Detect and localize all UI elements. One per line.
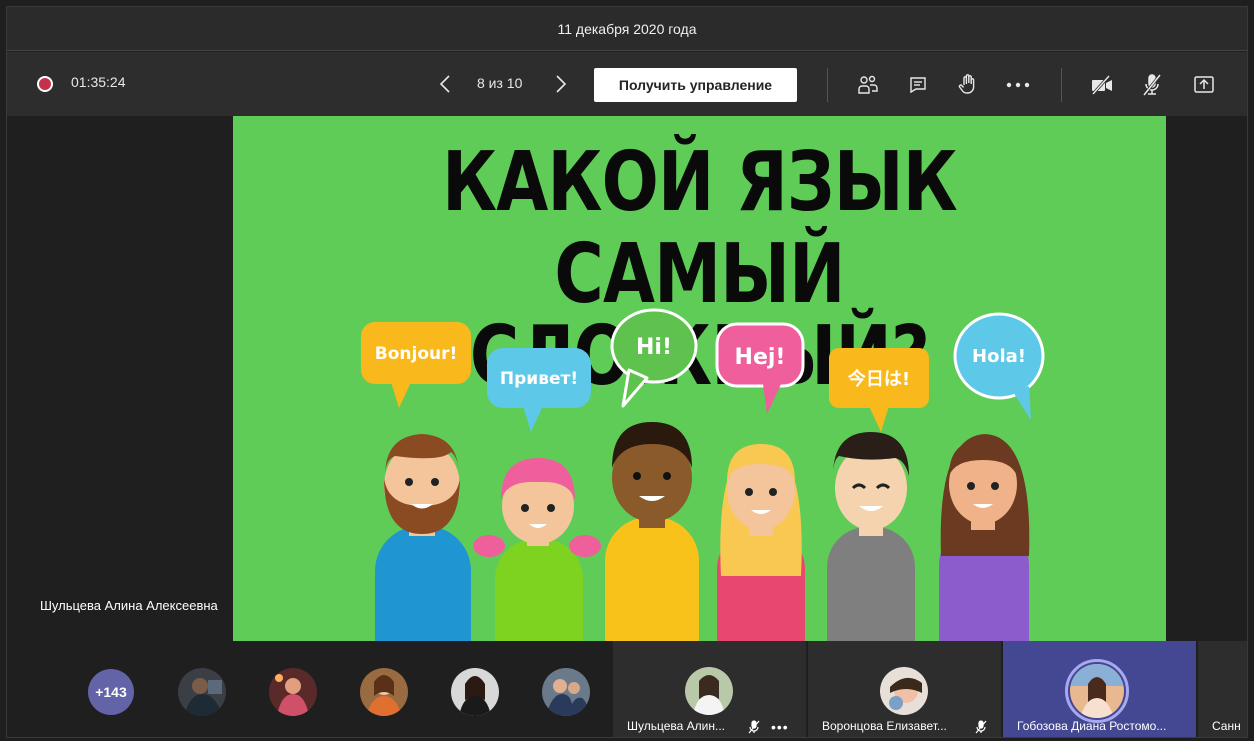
character-brunette-woman — [939, 434, 1030, 641]
character-pink-girl — [473, 458, 601, 641]
next-slide-button[interactable] — [547, 68, 575, 100]
meeting-date-title: 11 декабря 2020 года — [557, 20, 697, 37]
character-asian-man — [827, 432, 915, 641]
more-participants-button[interactable]: +143 — [88, 669, 134, 715]
chevron-right-icon — [556, 75, 567, 93]
character-blonde-woman — [717, 444, 805, 641]
participant-avatar[interactable] — [451, 668, 499, 716]
record-icon — [37, 76, 53, 92]
participant-avatar[interactable] — [178, 668, 226, 716]
bubble-text-konnichiwa: 今日は! — [848, 368, 910, 390]
participant-tile[interactable]: Шульцева Алин... ••• — [613, 641, 806, 737]
content-stage: КАКОЙ ЯЗЫК САМЫЙ СЛОЖНЫЙ? Bonjour! Приве… — [7, 116, 1247, 641]
meeting-timer: 01:35:24 — [71, 74, 126, 90]
participant-tile-name: Воронцова Елизавет... — [822, 719, 947, 733]
character-dark-skinned-man — [605, 422, 699, 641]
participant-tile-name: Гобозова Диана Ростомо... — [1017, 719, 1167, 733]
participant-tile-avatar — [1065, 659, 1129, 723]
take-control-button[interactable]: Получить управление — [594, 68, 797, 102]
bubble-text-hola: Hola! — [972, 346, 1026, 367]
participant-tile-speaking[interactable]: Гобозова Диана Ростомо... — [1003, 641, 1196, 737]
participant-avatar[interactable] — [542, 668, 590, 716]
participant-tile[interactable]: Воронцова Елизавет... — [808, 641, 1001, 737]
slide-pager: 8 из 10 — [477, 75, 523, 91]
slide-illustration: Bonjour! Привет! Hi! Hej! 今日は! Hola! — [361, 308, 1045, 641]
participant-tile-name: Шульцева Алин... — [627, 719, 725, 733]
speech-bubble-privet: Привет! — [487, 348, 591, 432]
participant-tile-avatar — [880, 667, 928, 715]
share-screen-button[interactable] — [1187, 68, 1221, 102]
mic-off-icon — [748, 720, 760, 734]
mic-off-icon — [975, 720, 987, 734]
previous-slide-button[interactable] — [431, 68, 459, 100]
participants-icon — [858, 75, 878, 94]
bubble-text-privet: Привет! — [500, 369, 578, 389]
character-bearded-man — [375, 434, 471, 641]
chevron-left-icon — [439, 75, 450, 93]
mic-off-icon — [1142, 74, 1162, 96]
speech-bubble-hola: Hola! — [953, 312, 1045, 420]
window-title-bar: 11 декабря 2020 года — [7, 7, 1247, 51]
chat-icon — [910, 77, 926, 94]
participant-tile-more-icon[interactable]: ••• — [771, 719, 789, 735]
raise-hand-button[interactable] — [951, 68, 985, 102]
share-screen-icon — [1194, 76, 1214, 93]
participant-avatar[interactable] — [360, 668, 408, 716]
presenter-name-label: Шульцева Алина Алексеевна — [40, 598, 218, 613]
more-icon — [1006, 82, 1030, 88]
bubble-text-bonjour: Bonjour! — [375, 344, 458, 364]
toolbar-divider — [827, 68, 828, 102]
camera-toggle-button[interactable] — [1085, 68, 1119, 102]
more-options-button[interactable] — [1001, 68, 1035, 102]
shared-slide: КАКОЙ ЯЗЫК САМЫЙ СЛОЖНЫЙ? Bonjour! Приве… — [233, 116, 1166, 641]
chat-button[interactable] — [901, 68, 935, 102]
speech-bubble-hi: Hi! — [610, 308, 698, 408]
microphone-toggle-button[interactable] — [1135, 68, 1169, 102]
participants-button[interactable] — [851, 68, 885, 102]
raise-hand-icon — [958, 74, 975, 94]
participant-tile-name: Санн — [1212, 719, 1241, 733]
bubble-text-hi: Hi! — [636, 335, 672, 360]
speech-bubble-konnichiwa: 今日は! — [829, 348, 929, 432]
participant-strip: +143 Шульцева Алин... ••• Воронцова Елиз… — [7, 641, 1247, 737]
meeting-toolbar: 01:35:24 8 из 10 Получить управление — [7, 52, 1247, 116]
toolbar-divider — [1061, 68, 1062, 102]
speech-bubble-bonjour: Bonjour! — [361, 322, 471, 408]
camera-off-icon — [1091, 75, 1112, 95]
bubble-text-hej: Hej! — [735, 345, 786, 370]
participant-tile[interactable]: Санн — [1198, 641, 1247, 737]
participant-tile-avatar — [685, 667, 733, 715]
speech-bubble-hej: Hej! — [715, 322, 805, 414]
participant-avatar[interactable] — [269, 668, 317, 716]
meeting-window: 11 декабря 2020 года 01:35:24 8 из 10 По… — [6, 6, 1248, 738]
